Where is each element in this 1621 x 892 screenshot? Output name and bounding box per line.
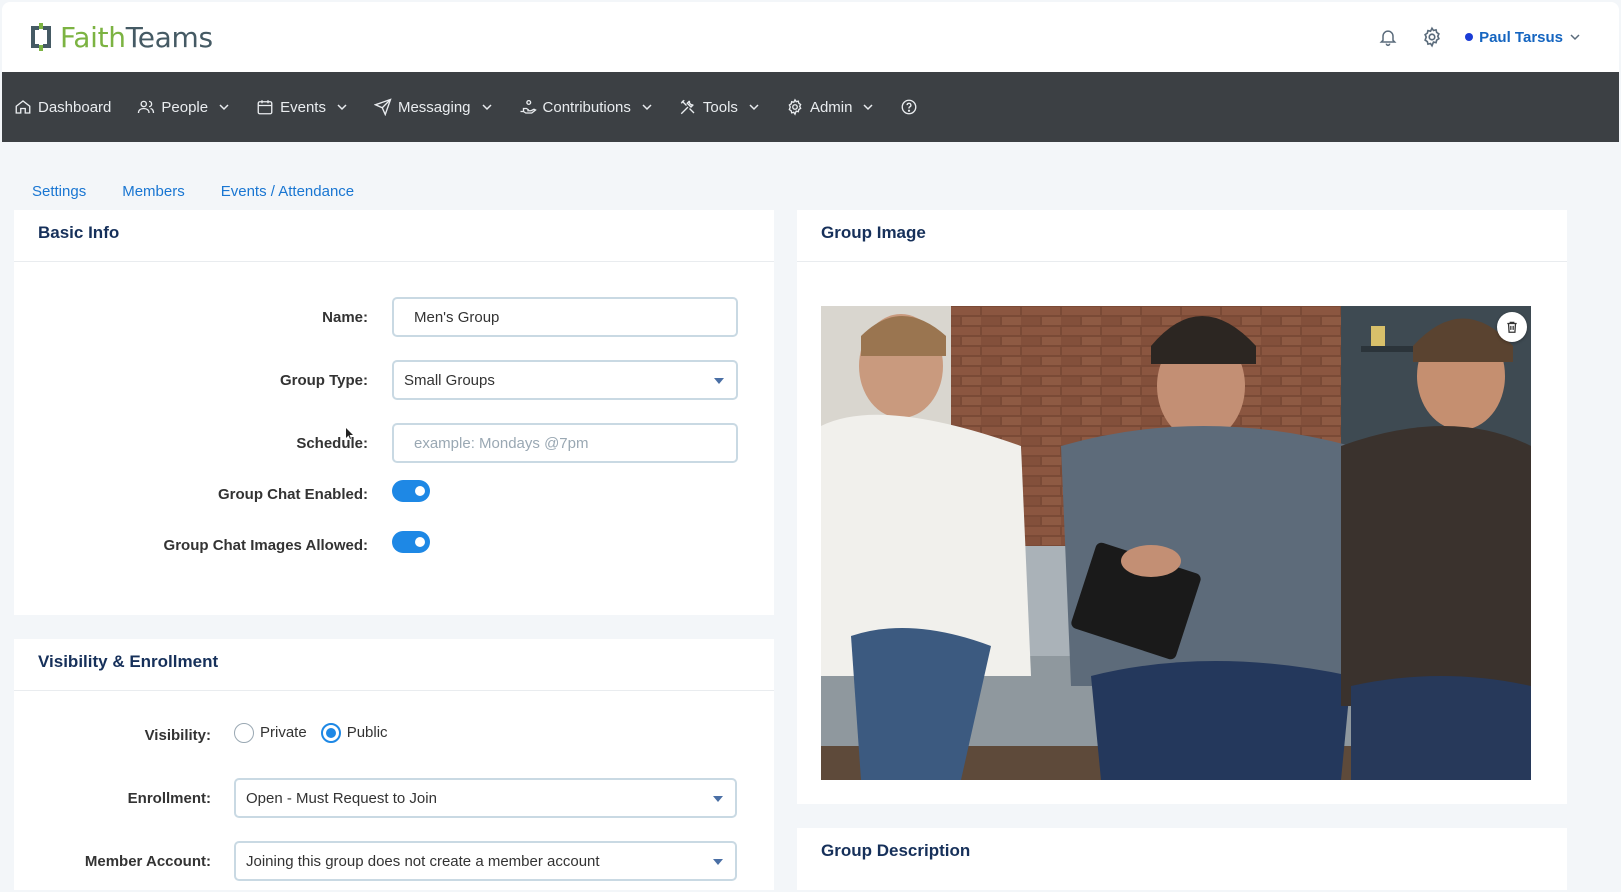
group-photo-illustration: [821, 306, 1531, 780]
basic-info-title: Basic Info: [14, 210, 774, 262]
mouse-cursor-icon: [346, 428, 353, 439]
radio-label: Private: [260, 724, 307, 741]
enrollment-label: Enrollment:: [127, 789, 211, 807]
delete-image-button[interactable]: [1497, 312, 1527, 342]
home-icon: [15, 100, 31, 114]
nav-people[interactable]: People: [137, 98, 230, 116]
chevron-down-icon: [219, 104, 229, 111]
visibility-title: Visibility & Enrollment: [14, 639, 774, 691]
group-description-title: Group Description: [821, 841, 971, 860]
basic-info-card: Basic Info Name: Men's Group Group Type:…: [14, 210, 774, 615]
people-icon: [138, 100, 155, 114]
nav-admin[interactable]: Admin: [786, 98, 875, 116]
dropdown-caret-icon: [713, 859, 723, 865]
nav-label: Admin: [809, 98, 853, 116]
member-account-value: Joining this group does not create a mem…: [246, 852, 600, 870]
chevron-down-icon: [749, 104, 759, 111]
group-type-label: Group Type:: [279, 371, 368, 389]
radio-private[interactable]: Private: [234, 722, 307, 743]
group-type-select[interactable]: Small Groups: [392, 360, 738, 400]
top-header: FaithTeams Paul Tarsus: [2, 2, 1619, 72]
nav-label: Contributions: [542, 98, 631, 116]
radio-circle: [234, 722, 254, 743]
nav-label: Messaging: [397, 98, 471, 116]
paper-plane-icon: [373, 98, 392, 116]
help-button[interactable]: [900, 98, 918, 116]
group-tabs: Settings Members Events / Attendance: [2, 142, 1619, 216]
nav-messaging[interactable]: Messaging: [373, 98, 493, 116]
chevron-down-icon: [1570, 34, 1580, 41]
schedule-label: Schedule:: [296, 434, 368, 452]
group-image-card: Group Image: [797, 210, 1567, 804]
radio-public[interactable]: Public: [320, 722, 388, 743]
nav-events[interactable]: Events: [256, 98, 348, 116]
group-image-title: Group Image: [797, 210, 1567, 262]
main-navbar: Dashboard People Events Messaging Contri…: [2, 72, 1619, 142]
nav-dashboard[interactable]: Dashboard: [14, 98, 111, 116]
gear-icon: [788, 98, 802, 116]
radio-circle: [320, 722, 341, 743]
enrollment-select[interactable]: Open - Must Request to Join: [234, 778, 737, 818]
group-chat-images-label: Group Chat Images Allowed:: [163, 537, 368, 554]
nav-contributions[interactable]: Contributions: [519, 98, 653, 116]
nav-label: Tools: [702, 98, 738, 116]
nav-tools[interactable]: Tools: [679, 98, 760, 116]
group-chat-enabled-label: Group Chat Enabled:: [218, 486, 368, 503]
chevron-down-icon: [481, 104, 492, 111]
app-window: FaithTeams Paul Tarsus Dashboard People: [2, 2, 1619, 890]
calendar-icon: [257, 100, 273, 115]
chevron-down-icon: [337, 104, 347, 111]
user-name: Paul Tarsus: [1479, 28, 1563, 46]
nav-label: Dashboard: [38, 98, 112, 116]
tools-icon: [680, 99, 695, 115]
member-account-select[interactable]: Joining this group does not create a mem…: [234, 841, 737, 881]
radio-label: Public: [346, 724, 388, 741]
group-chat-enabled-toggle[interactable]: [392, 479, 430, 502]
member-account-label: Member Account:: [84, 852, 211, 870]
enrollment-value: Open - Must Request to Join: [246, 789, 437, 807]
group-description-card: Group Description: [797, 828, 1567, 890]
chevron-down-icon: [642, 104, 652, 111]
settings-gear-icon[interactable]: [1421, 26, 1443, 48]
logo-icon: [31, 23, 51, 51]
name-label: Name:: [322, 308, 368, 326]
visibility-label: Visibility:: [144, 727, 211, 744]
help-circle-icon: [902, 99, 917, 115]
group-chat-images-toggle[interactable]: [392, 530, 430, 553]
nav-label: People: [161, 98, 209, 116]
dropdown-caret-icon: [714, 378, 724, 384]
nav-label: Events: [280, 98, 326, 116]
bell-icon[interactable]: [1377, 26, 1399, 48]
name-input[interactable]: Men's Group: [392, 297, 738, 337]
hand-coin-icon: [520, 99, 537, 114]
visibility-enrollment-card: Visibility & Enrollment Visibility: Priv…: [14, 639, 774, 890]
dropdown-caret-icon: [713, 796, 723, 802]
logo-text: FaithTeams: [60, 20, 213, 54]
group-photo: [821, 306, 1531, 780]
group-type-value: Small Groups: [404, 371, 495, 389]
visibility-radio-group: Private Public: [234, 722, 388, 743]
trash-icon: [1507, 321, 1517, 333]
user-menu[interactable]: Paul Tarsus: [1465, 29, 1581, 46]
faithteams-logo[interactable]: FaithTeams: [28, 21, 213, 54]
status-dot: [1465, 33, 1474, 41]
schedule-input[interactable]: example: Mondays @7pm: [392, 423, 738, 463]
chevron-down-icon: [863, 104, 873, 111]
